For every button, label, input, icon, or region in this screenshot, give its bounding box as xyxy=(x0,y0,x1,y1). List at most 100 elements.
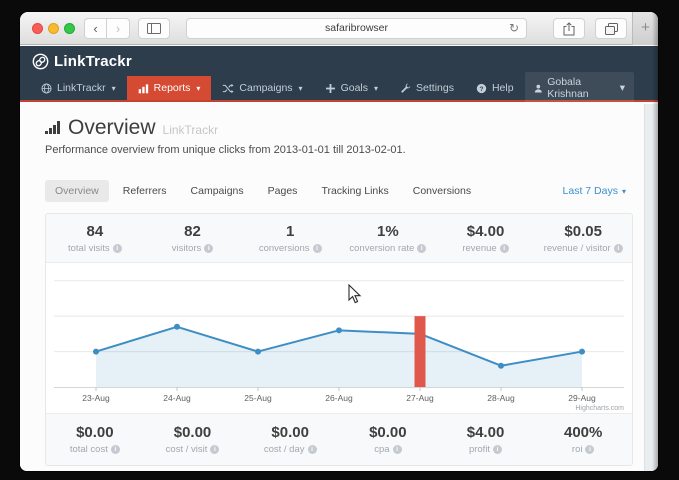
date-range-selector[interactable]: Last 7 Days ▾ xyxy=(563,185,626,197)
reload-icon[interactable]: ↻ xyxy=(509,19,519,38)
info-icon[interactable]: i xyxy=(614,244,623,253)
browser-titlebar: ‹ › safaribrowser ↻ xyxy=(20,12,658,45)
back-button[interactable]: ‹ xyxy=(84,18,107,39)
user-name: Gobala Krishnan xyxy=(547,76,615,100)
stat-label-text: total visits xyxy=(68,243,110,254)
caret-down-icon: ▾ xyxy=(196,84,200,93)
nav-item-label: Goals xyxy=(341,82,368,94)
stat-cpa: $0.00cpai xyxy=(339,414,437,465)
chart-x-label: 28-Aug xyxy=(487,393,515,403)
nav-item-label: Help xyxy=(492,82,514,94)
info-icon[interactable]: i xyxy=(210,445,219,454)
chart-credit[interactable]: Highcharts.com xyxy=(575,405,624,412)
chart-x-label: 26-Aug xyxy=(325,393,353,403)
highcharts-plot: 23-Aug24-Aug25-Aug26-Aug27-Aug28-Aug29-A… xyxy=(46,263,632,413)
share-icon xyxy=(563,22,575,36)
zoom-window-button[interactable] xyxy=(64,23,75,34)
stat-value: $0.05 xyxy=(564,223,602,240)
stat-revenue-visitor: $0.05revenue / visitori xyxy=(534,214,632,262)
sidebar-toggle-button[interactable] xyxy=(138,18,170,39)
info-icon[interactable]: i xyxy=(204,244,213,253)
stat-label-text: profit xyxy=(469,444,490,455)
info-icon[interactable]: i xyxy=(500,244,509,253)
stat-cost-day: $0.00 cost / dayi xyxy=(241,414,339,465)
stats-row-bottom: $0.00total costi$0.00cost / visiti$0.00c… xyxy=(46,413,632,465)
info-icon[interactable]: i xyxy=(113,244,122,253)
nav-item-reports[interactable]: Reports▾ xyxy=(127,76,212,100)
nav-item-settings[interactable]: Settings xyxy=(389,76,465,100)
caret-down-icon: ▾ xyxy=(374,84,378,93)
chart-point-23-Aug[interactable] xyxy=(93,349,99,355)
stat-conversion-rate: 1% conversion ratei xyxy=(339,214,437,262)
settings-icon xyxy=(400,83,411,94)
stat-label: total visitsi xyxy=(68,243,122,254)
chart-point-28-Aug[interactable] xyxy=(498,363,504,369)
chart-column-27-Aug[interactable] xyxy=(415,316,426,387)
stat-label: visitorsi xyxy=(172,243,214,254)
stat-label: revenue i xyxy=(462,243,508,254)
tab-referrers[interactable]: Referrers xyxy=(113,180,177,202)
chart-x-label: 29-Aug xyxy=(568,393,596,403)
nav-item-goals[interactable]: Goals ▾ xyxy=(314,76,389,100)
nav-item-campaigns[interactable]: Campaigns▾ xyxy=(211,76,313,100)
info-icon[interactable]: i xyxy=(111,445,120,454)
user-icon xyxy=(534,83,543,94)
tab-conversions[interactable]: Conversions xyxy=(403,180,481,202)
scrollbar-track[interactable] xyxy=(644,104,658,471)
tab-campaigns[interactable]: Campaigns xyxy=(181,180,254,202)
stat-visitors: 82visitorsi xyxy=(144,214,242,262)
stat-conversions: 1conversionsi xyxy=(241,214,339,262)
tab-pages[interactable]: Pages xyxy=(258,180,308,202)
stat-label-text: roi xyxy=(572,444,583,455)
stat-value: 400% xyxy=(564,424,602,441)
app-logo[interactable]: LinkTrackr xyxy=(32,53,132,70)
nav-item-help[interactable]: ?Help xyxy=(465,76,525,100)
chart-x-label: 27-Aug xyxy=(406,393,434,403)
stat-value: $0.00 xyxy=(271,424,309,441)
new-tab-button[interactable]: + xyxy=(632,12,658,45)
stat-label: conversionsi xyxy=(259,243,322,254)
info-icon[interactable]: i xyxy=(393,445,402,454)
stat-label-text: conversion rate xyxy=(349,243,414,254)
app-menubar: LinkTrackr▾Reports▾Campaigns▾ Goals ▾ Setti… xyxy=(20,76,658,102)
stat-value: $0.00 xyxy=(174,424,212,441)
info-icon[interactable]: i xyxy=(313,244,322,253)
info-icon[interactable]: i xyxy=(308,445,317,454)
nav-item-linktrackr[interactable]: LinkTrackr▾ xyxy=(30,76,127,100)
stat-value: 1% xyxy=(377,223,399,240)
stat-label-text: cpa xyxy=(374,444,389,455)
stat-label-text: total cost xyxy=(70,444,108,455)
stat-label-text: revenue xyxy=(462,243,496,254)
page-title: Overview xyxy=(68,116,156,140)
shuffle-icon xyxy=(222,83,234,94)
info-icon[interactable]: i xyxy=(417,244,426,253)
chart-x-label: 24-Aug xyxy=(163,393,191,403)
tab-tracking-links[interactable]: Tracking Links xyxy=(311,180,398,202)
overview-panel: 84total visitsi82visitorsi1conversionsi1… xyxy=(45,213,633,466)
chart-point-29-Aug[interactable] xyxy=(579,349,585,355)
minimize-window-button[interactable] xyxy=(48,23,59,34)
info-icon[interactable]: i xyxy=(585,445,594,454)
close-window-button[interactable] xyxy=(32,23,43,34)
stat-label-text: cost / day xyxy=(264,444,305,455)
chart-point-24-Aug[interactable] xyxy=(174,324,180,330)
sidebar-icon xyxy=(147,23,161,34)
page-title-suffix: LinkTrackr xyxy=(163,123,219,137)
caret-down-icon: ▾ xyxy=(299,84,303,93)
tab-overview[interactable]: Overview xyxy=(45,180,109,202)
info-icon[interactable]: i xyxy=(493,445,502,454)
share-button[interactable] xyxy=(553,18,585,39)
stat-total-visits: 84total visitsi xyxy=(46,214,144,262)
user-menu[interactable]: Gobala Krishnan ▾ xyxy=(525,72,634,104)
address-bar[interactable]: safaribrowser ↻ xyxy=(186,18,527,39)
caret-down-icon: ▾ xyxy=(622,187,626,196)
chart-point-26-Aug[interactable] xyxy=(336,327,342,333)
tabs-overview-button[interactable] xyxy=(595,18,627,39)
forward-icon: › xyxy=(116,19,120,38)
chart-area-fill xyxy=(96,327,582,387)
forward-button[interactable]: › xyxy=(107,18,130,39)
chart-x-label: 23-Aug xyxy=(82,393,110,403)
back-icon: ‹ xyxy=(93,19,97,38)
chart-point-25-Aug[interactable] xyxy=(255,349,261,355)
address-text: safaribrowser xyxy=(325,22,388,34)
